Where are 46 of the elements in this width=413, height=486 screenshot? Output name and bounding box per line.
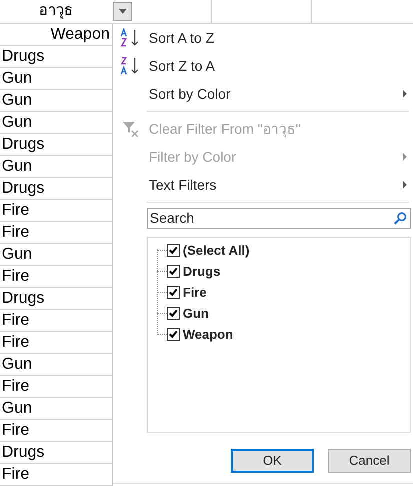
value-label: Gun — [183, 304, 209, 323]
table-cell: Weapon — [50, 26, 110, 42]
search-field[interactable]: Search — [147, 208, 411, 229]
checkbox[interactable] — [167, 286, 180, 299]
table-cell: Gun — [2, 356, 32, 372]
value-label: Drugs — [183, 262, 221, 281]
table-cell: Gun — [2, 246, 32, 262]
table-cell: Gun — [2, 92, 32, 108]
submenu-arrow-icon — [403, 90, 407, 98]
table-cell: Fire — [2, 268, 30, 284]
table-cell: Fire — [2, 466, 30, 482]
table-cell: Gun — [2, 114, 32, 130]
clear-filter-icon — [122, 120, 140, 138]
value-label: Fire — [183, 284, 207, 302]
submenu-arrow-icon — [403, 153, 407, 161]
checkbox[interactable] — [167, 328, 180, 341]
table-cell: Fire — [2, 422, 30, 438]
menu-item[interactable]: Text Filters — [113, 171, 413, 199]
caret-icon — [118, 9, 126, 14]
submenu-arrow-icon — [403, 181, 407, 189]
table-cell: Drugs — [2, 444, 45, 460]
menu-item[interactable]: Sort A to Z — [113, 24, 413, 52]
table-cell: Fire — [2, 224, 30, 240]
table-cell: Fire — [2, 378, 30, 394]
column-header: อาวุธ — [39, 1, 73, 22]
search-icon — [394, 212, 407, 225]
checkbox[interactable] — [167, 265, 180, 278]
table-cell: Drugs — [2, 136, 45, 152]
table-cell: Drugs — [2, 290, 45, 306]
value-label: Weapon — [183, 326, 234, 344]
value-label: (Select All) — [183, 242, 250, 260]
checkbox[interactable] — [167, 244, 180, 257]
table-cell: Fire — [2, 334, 30, 350]
dialog-button[interactable]: OK — [231, 449, 314, 473]
menu-item[interactable]: Sort by Color — [113, 80, 413, 108]
table-cell: Gun — [2, 70, 32, 86]
table-cell: Drugs — [2, 48, 45, 64]
table-cell: Drugs — [2, 180, 45, 196]
table-cell: Fire — [2, 312, 30, 328]
table-cell: Gun — [2, 158, 32, 174]
menu-item[interactable]: Sort Z to A — [113, 52, 413, 80]
checkbox[interactable] — [167, 307, 180, 320]
table-cell: Fire — [2, 202, 30, 218]
table-cell: Gun — [2, 400, 32, 416]
dialog-button[interactable]: Cancel — [328, 449, 411, 473]
filter-dropdown-button[interactable] — [113, 2, 132, 21]
